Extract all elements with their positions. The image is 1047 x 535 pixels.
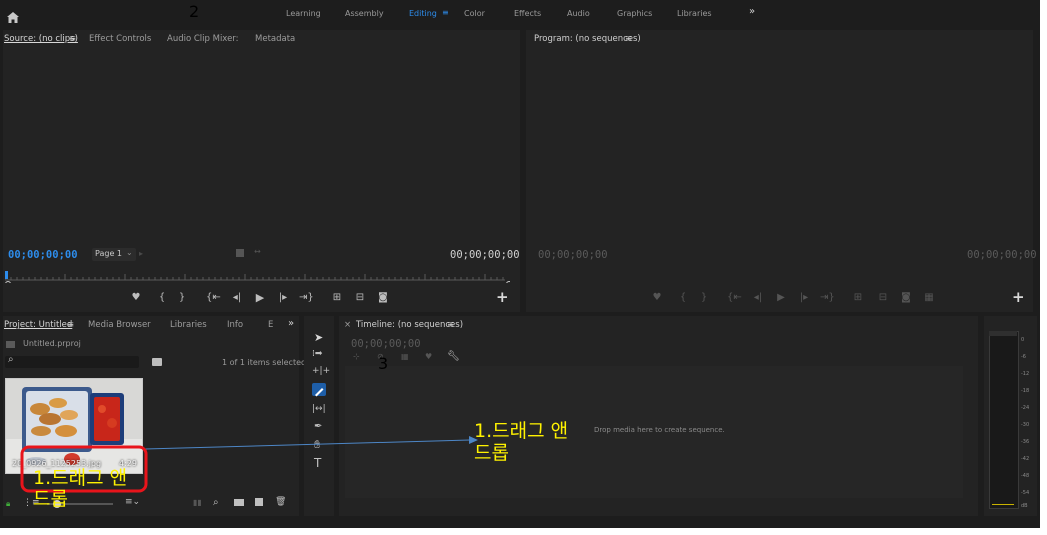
drag-arrow: [20, 436, 478, 493]
drop-target-label-line2: 드롭: [474, 442, 509, 464]
drop-target-label-line1: 1.드래그 앤: [474, 420, 569, 442]
drag-source-label-line1: 1.드래그 앤: [33, 467, 128, 489]
drag-source-label-line2: 드롭: [33, 488, 68, 510]
premiere-window: Learning Assembly Editing ≡ Color Effect…: [0, 0, 1040, 528]
